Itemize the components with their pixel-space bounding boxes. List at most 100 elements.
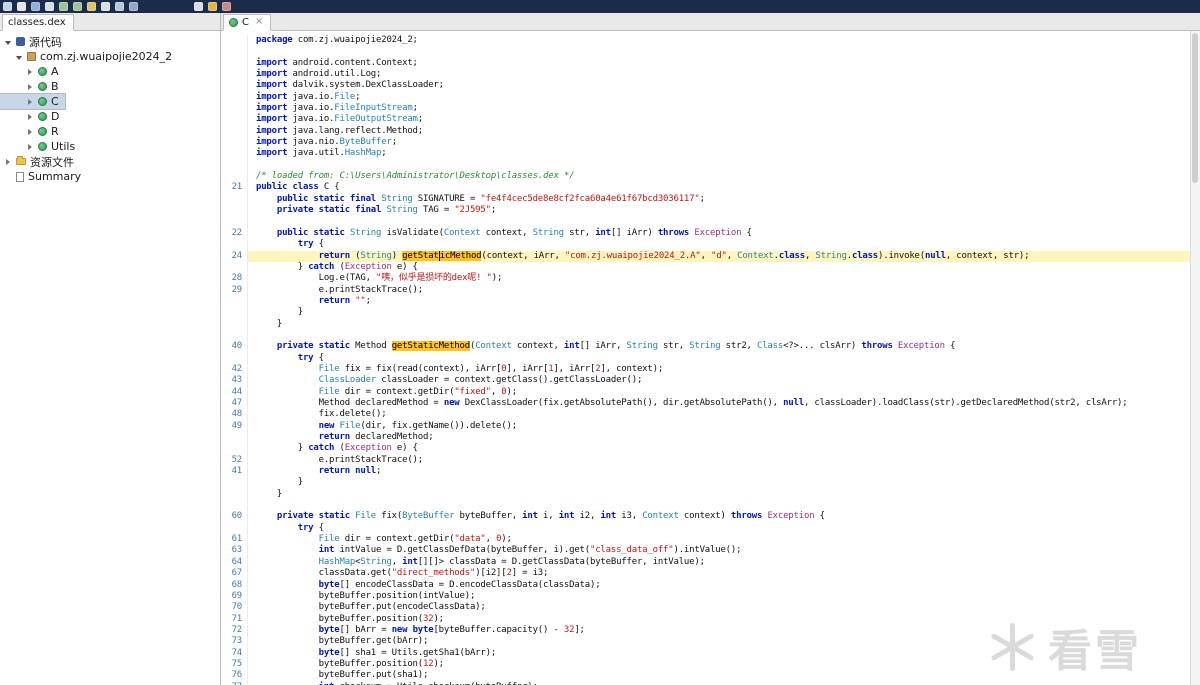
code-line-text[interactable]: import android.util.Log; bbox=[247, 69, 1200, 81]
code-line-text[interactable]: byteBuffer.put(encodeClassData); bbox=[247, 602, 1200, 614]
chevron-down-icon[interactable] bbox=[15, 53, 23, 61]
tree-item-source-root[interactable]: 源代码 bbox=[0, 34, 68, 49]
code-line-text[interactable]: import android.content.Context; bbox=[247, 57, 1200, 70]
code-line-text[interactable] bbox=[247, 216, 1200, 228]
chevron-right-icon[interactable] bbox=[26, 113, 34, 121]
open-file-icon[interactable] bbox=[17, 2, 26, 11]
code-line-text[interactable]: private static final String TAG = "2J595… bbox=[247, 205, 1200, 217]
code-line-text[interactable]: try { bbox=[247, 522, 1200, 535]
tree-item-class-b[interactable]: B bbox=[0, 79, 65, 94]
code-line-text[interactable]: try { bbox=[247, 239, 1200, 251]
chevron-right-icon[interactable] bbox=[26, 83, 34, 91]
code-line-text[interactable]: import java.io.FileOutputStream; bbox=[247, 114, 1200, 126]
code-line-text[interactable]: classData.get("direct_methods")[i2][2] =… bbox=[247, 568, 1200, 580]
code-line-text[interactable]: int checksum = Utils.checksum(byteBuffer… bbox=[247, 681, 1200, 685]
code-line-text[interactable]: private static File fix(ByteBuffer byteB… bbox=[247, 511, 1200, 523]
code-line-text[interactable]: byteBuffer.position(12); bbox=[247, 658, 1200, 671]
save-icon[interactable] bbox=[31, 2, 40, 11]
code-line-text[interactable]: package com.zj.wuaipojie2024_2; bbox=[247, 35, 1200, 47]
code-line-text[interactable]: byte[] sha1 = Utils.getSha1(bArr); bbox=[247, 647, 1200, 659]
code-line-text[interactable]: return null; bbox=[247, 466, 1200, 478]
tree-item-class-d[interactable]: D bbox=[0, 109, 65, 124]
code-line-text[interactable]: } bbox=[247, 488, 1200, 501]
code-line-text[interactable]: return (String) getStaticMethod(context,… bbox=[247, 250, 1200, 262]
code-line-text[interactable] bbox=[247, 329, 1200, 342]
code-line-text[interactable]: /* loaded from: C:\Users\Administrator\D… bbox=[247, 171, 1200, 183]
tab-close-icon[interactable]: × bbox=[255, 17, 263, 27]
code-line-text[interactable]: import java.io.File; bbox=[247, 91, 1200, 104]
code-line-text[interactable]: } bbox=[247, 477, 1200, 489]
code-line-text[interactable]: try { bbox=[247, 352, 1200, 364]
sidebar-tab-classes-dex[interactable]: classes.dex bbox=[2, 14, 74, 31]
run-script-icon[interactable] bbox=[194, 2, 203, 11]
line-number: 60 bbox=[221, 511, 247, 523]
code-line-text[interactable]: File dir = context.getDir("fixed", 0); bbox=[247, 386, 1200, 398]
code-line-text[interactable]: } catch (Exception e) { bbox=[247, 443, 1200, 455]
chevron-right-icon[interactable] bbox=[26, 98, 34, 106]
code-line-text[interactable]: private static Method getStaticMethod(Co… bbox=[247, 341, 1200, 353]
code-line-text[interactable] bbox=[247, 500, 1200, 512]
refresh-icon[interactable] bbox=[87, 2, 96, 11]
code-line-text[interactable]: } bbox=[247, 307, 1200, 319]
code-line-text[interactable]: Method declaredMethod = new DexClassLoad… bbox=[247, 398, 1200, 410]
tree-item-class-a[interactable]: A bbox=[0, 64, 65, 79]
code-line-text[interactable]: e.printStackTrace(); bbox=[247, 284, 1200, 296]
code-line-text[interactable]: File dir = context.getDir("data", 0); bbox=[247, 534, 1200, 546]
tree-item-package-com-zj-wuaipojie2024-2[interactable]: com.zj.wuaipojie2024_2 bbox=[0, 49, 178, 64]
tools-icon[interactable] bbox=[115, 2, 124, 11]
code-line-text[interactable]: public static final String SIGNATURE = "… bbox=[247, 193, 1200, 206]
forward-icon[interactable] bbox=[73, 2, 82, 11]
code-line-text[interactable]: byteBuffer.put(sha1); bbox=[247, 670, 1200, 682]
chevron-right-icon[interactable] bbox=[26, 68, 34, 76]
editor-scrollbar[interactable] bbox=[1190, 31, 1200, 685]
code-line-text[interactable]: import dalvik.system.DexClassLoader; bbox=[247, 80, 1200, 92]
window-control-icon[interactable] bbox=[3, 2, 12, 11]
code-line-text[interactable]: byteBuffer.position(32); bbox=[247, 613, 1200, 625]
code-line-text[interactable]: import java.io.FileInputStream; bbox=[247, 103, 1200, 115]
code-line-text[interactable]: byte[] bArr = new byte[byteBuffer.capaci… bbox=[247, 624, 1200, 637]
tree-item-class-utils[interactable]: Utils bbox=[0, 139, 81, 154]
code-line-text[interactable]: return ""; bbox=[247, 295, 1200, 308]
code-line-text[interactable]: byteBuffer.get(bArr); bbox=[247, 636, 1200, 648]
code-line-text[interactable]: } catch (Exception e) { bbox=[247, 261, 1200, 274]
project-tree: 源代码 com.zj.wuaipojie2024_2 A B C D R Utils 资源文件 S… bbox=[0, 31, 220, 184]
scrollbar-thumb[interactable] bbox=[1192, 33, 1198, 183]
code-token: throws bbox=[730, 511, 763, 522]
tree-item-class-c[interactable]: C bbox=[0, 93, 66, 110]
code-line-text[interactable] bbox=[247, 46, 1200, 58]
code-line-text[interactable]: import java.lang.reflect.Method; bbox=[247, 125, 1200, 138]
editor-tab-c[interactable]: C × bbox=[223, 14, 272, 31]
tree-item-resources[interactable]: 资源文件 bbox=[0, 154, 80, 169]
code-line-text[interactable] bbox=[247, 159, 1200, 172]
code-line-text[interactable]: byte[] encodeClassData = D.encodeClassDa… bbox=[247, 579, 1200, 591]
debug-icon[interactable] bbox=[208, 2, 217, 11]
search-icon[interactable] bbox=[101, 2, 110, 11]
code-token: java.io. bbox=[287, 91, 335, 102]
code-line-text[interactable]: public class C { bbox=[247, 182, 1200, 194]
code-line-text[interactable]: int intValue = D.getClassDefData(byteBuf… bbox=[247, 545, 1200, 557]
tree-item-summary[interactable]: Summary bbox=[0, 169, 87, 184]
export-icon[interactable] bbox=[45, 2, 54, 11]
chevron-down-icon[interactable] bbox=[4, 38, 12, 46]
code-line-text[interactable]: public static String isValidate(Context … bbox=[247, 227, 1200, 240]
code-token: private static bbox=[276, 511, 350, 522]
stop-icon[interactable] bbox=[222, 2, 231, 11]
code-line-text[interactable]: } bbox=[247, 318, 1200, 330]
back-icon[interactable] bbox=[59, 2, 68, 11]
code-line-text[interactable]: e.printStackTrace(); bbox=[247, 454, 1200, 467]
code-line-text[interactable]: ClassLoader classLoader = context.getCla… bbox=[247, 375, 1200, 387]
code-line-text[interactable]: fix.delete(); bbox=[247, 409, 1200, 421]
code-line-text[interactable]: HashMap<String, int[][]> classData = D.g… bbox=[247, 556, 1200, 569]
chevron-right-icon[interactable] bbox=[26, 128, 34, 136]
code-line-text[interactable]: File fix = fix(read(context), iArr[0], i… bbox=[247, 363, 1200, 376]
tree-item-class-r[interactable]: R bbox=[0, 124, 65, 139]
code-line-text[interactable]: Log.e(TAG, "咦，似乎是损坏的dex呢! "); bbox=[247, 273, 1200, 285]
code-line-text[interactable]: import java.util.HashMap; bbox=[247, 148, 1200, 160]
chevron-right-icon[interactable] bbox=[4, 158, 12, 166]
code-line-text[interactable]: new File(dir, fix.getName()).delete(); bbox=[247, 420, 1200, 433]
settings-icon[interactable] bbox=[129, 2, 138, 11]
code-line-text[interactable]: byteBuffer.position(intValue); bbox=[247, 590, 1200, 603]
code-line-text[interactable]: return declaredMethod; bbox=[247, 432, 1200, 444]
chevron-right-icon[interactable] bbox=[26, 143, 34, 151]
code-line-text[interactable]: import java.nio.ByteBuffer; bbox=[247, 137, 1200, 149]
